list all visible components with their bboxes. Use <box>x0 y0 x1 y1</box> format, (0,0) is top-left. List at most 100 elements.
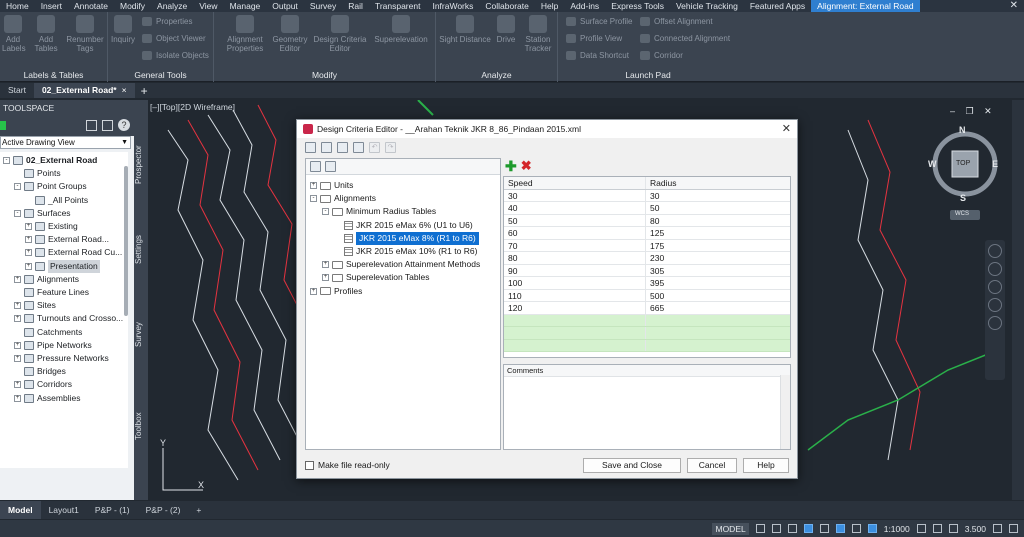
speed-cell[interactable]: 70 <box>504 239 646 251</box>
prospector-tree-item[interactable]: Catchments <box>14 326 82 339</box>
ribbon-tab[interactable]: Rail <box>342 0 369 12</box>
zoom-icon[interactable] <box>988 280 1002 294</box>
wcs-menu[interactable]: WCS <box>955 211 969 217</box>
ribbon-tab[interactable]: Output <box>266 0 304 12</box>
criteria-tree-item[interactable]: + Units <box>310 179 353 192</box>
viewport-window-controls[interactable]: – ❐ ✕ <box>950 106 996 117</box>
tab-start[interactable]: Start <box>0 83 34 98</box>
expander-icon[interactable]: + <box>14 381 21 389</box>
expander-icon[interactable]: + <box>310 287 317 295</box>
toolspace-view-select[interactable]: Active Drawing View ▼ <box>0 136 131 149</box>
grid-icon[interactable] <box>755 524 765 533</box>
toolspace-tree-icon[interactable] <box>86 120 97 131</box>
drive-button[interactable]: Drive <box>494 15 518 44</box>
expander-icon[interactable]: - <box>14 209 21 217</box>
prospector-tree-item[interactable]: Bridges <box>14 365 66 378</box>
speed-cell[interactable]: 80 <box>504 252 646 264</box>
data-shortcut-button[interactable]: Data Shortcut <box>566 51 629 60</box>
comments-scrollbar[interactable] <box>780 375 790 449</box>
expander-icon[interactable]: + <box>14 355 21 362</box>
expander-icon[interactable]: - <box>310 195 317 203</box>
radius-cell[interactable]: 175 <box>646 240 790 252</box>
prospector-tree-item[interactable]: - Point Groups <box>14 180 87 193</box>
expander-icon[interactable]: + <box>310 182 317 189</box>
properties-button[interactable]: Properties <box>142 17 192 26</box>
cancel-button[interactable]: Cancel <box>687 458 737 473</box>
ribbon-tab[interactable]: Home <box>0 0 35 12</box>
ribbon-tab[interactable]: Express Tools <box>605 0 670 12</box>
ribbon-tab[interactable]: InfraWorks <box>426 0 479 12</box>
expander-icon[interactable]: + <box>14 394 21 402</box>
plus-icon[interactable] <box>932 524 942 533</box>
add-labels-button[interactable]: Add Labels <box>2 15 26 53</box>
help-icon[interactable]: ? <box>118 119 130 131</box>
table-row[interactable]: 40 50 <box>504 202 790 215</box>
delete-row-icon[interactable]: ✖ <box>521 159 532 173</box>
prospector-tree-item[interactable]: + Turnouts and Crosso... <box>14 312 123 325</box>
station-tracker-button[interactable]: Station Tracker <box>522 15 554 53</box>
tab-prospector[interactable]: Prospector <box>134 140 148 190</box>
prospector-tree-item[interactable]: + Presentation <box>25 259 100 273</box>
compass-east[interactable]: E <box>992 159 998 169</box>
expander-icon[interactable]: + <box>14 341 21 349</box>
ribbon-tab[interactable]: Survey <box>304 0 342 12</box>
prospector-tree-item[interactable]: + Assemblies <box>14 392 80 405</box>
compass-south[interactable]: S <box>960 193 966 203</box>
speed-cell[interactable]: 110 <box>504 289 646 301</box>
osnap-icon[interactable] <box>819 524 829 533</box>
save-icon[interactable] <box>337 142 348 153</box>
ribbon-tab[interactable]: Vehicle Tracking <box>670 0 744 12</box>
geometry-editor-button[interactable]: Geometry Editor <box>270 15 310 53</box>
sort-icon[interactable] <box>310 161 321 172</box>
expander-icon[interactable]: - <box>14 183 21 191</box>
speed-cell[interactable]: 120 <box>504 302 646 314</box>
table-row[interactable]: 30 30 <box>504 189 790 202</box>
steering-wheel-icon[interactable] <box>988 244 1002 258</box>
radius-cell[interactable]: 395 <box>646 277 790 289</box>
ribbon-tab[interactable]: Insert <box>35 0 68 12</box>
expander-icon[interactable]: + <box>322 261 329 269</box>
prospector-tree-item[interactable]: + Pipe Networks <box>14 339 92 352</box>
new-tab-button[interactable]: + <box>135 84 154 98</box>
dialog-close-button[interactable]: ✕ <box>782 122 791 135</box>
criteria-tree-item[interactable]: JKR 2015 eMax 6% (U1 to U6) <box>334 219 473 232</box>
readonly-option[interactable]: Make file read-only <box>305 460 390 470</box>
table-row[interactable]: 60 125 <box>504 227 790 240</box>
connected-alignment-button[interactable]: Connected Alignment <box>640 34 730 43</box>
speed-cell[interactable]: 40 <box>504 202 646 214</box>
showmotion-icon[interactable] <box>988 316 1002 330</box>
radius-cell[interactable]: 305 <box>646 265 790 277</box>
expander-icon[interactable]: + <box>14 302 21 310</box>
orbit-icon[interactable] <box>988 298 1002 312</box>
comments-box[interactable]: Comments <box>503 364 791 450</box>
ribbon-tab[interactable]: Featured Apps <box>744 0 811 12</box>
ribbon-tab[interactable]: Collaborate <box>479 0 534 12</box>
prospector-tree-item[interactable]: + Existing <box>25 220 78 233</box>
expander-icon[interactable]: + <box>25 236 32 244</box>
criteria-tree-item[interactable]: + Profiles <box>310 285 362 298</box>
ribbon-tab[interactable]: Help <box>535 0 564 12</box>
add-row-icon[interactable]: ✚ <box>505 159 517 173</box>
column-header-radius[interactable]: Radius <box>646 177 790 189</box>
toolspace-view-icon[interactable] <box>102 120 113 131</box>
isolate-objects-button[interactable]: Isolate Objects <box>142 51 209 60</box>
prospector-tree-item[interactable]: _All Points <box>25 194 88 207</box>
prospector-tree-item[interactable]: + Sites <box>14 299 56 312</box>
tab-close-icon[interactable]: × <box>122 85 127 95</box>
pan-icon[interactable] <box>988 262 1002 276</box>
criteria-tree-item[interactable]: JKR 2015 eMax 10% (R1 to R6) <box>334 245 477 258</box>
inquiry-button[interactable]: Inquiry <box>110 15 136 44</box>
elevation-value[interactable]: 3.500 <box>965 524 986 534</box>
filter-icon[interactable] <box>325 161 336 172</box>
compass-north[interactable]: N <box>959 125 966 135</box>
table-row[interactable]: 50 80 <box>504 214 790 227</box>
otrack-icon[interactable] <box>835 524 845 533</box>
criteria-tree-item[interactable]: JKR 2015 eMax 8% (R1 to R6) <box>334 231 479 245</box>
gear-icon[interactable] <box>916 524 926 533</box>
ribbon-tab[interactable]: Analyze <box>151 0 193 12</box>
prospector-tree-item[interactable]: Feature Lines <box>14 286 89 299</box>
ribbon-tab[interactable]: Transparent <box>369 0 427 12</box>
compass-west[interactable]: W <box>928 159 937 169</box>
annotation-visibility-icon[interactable] <box>867 524 877 533</box>
profile-view-button[interactable]: Profile View <box>566 34 622 43</box>
